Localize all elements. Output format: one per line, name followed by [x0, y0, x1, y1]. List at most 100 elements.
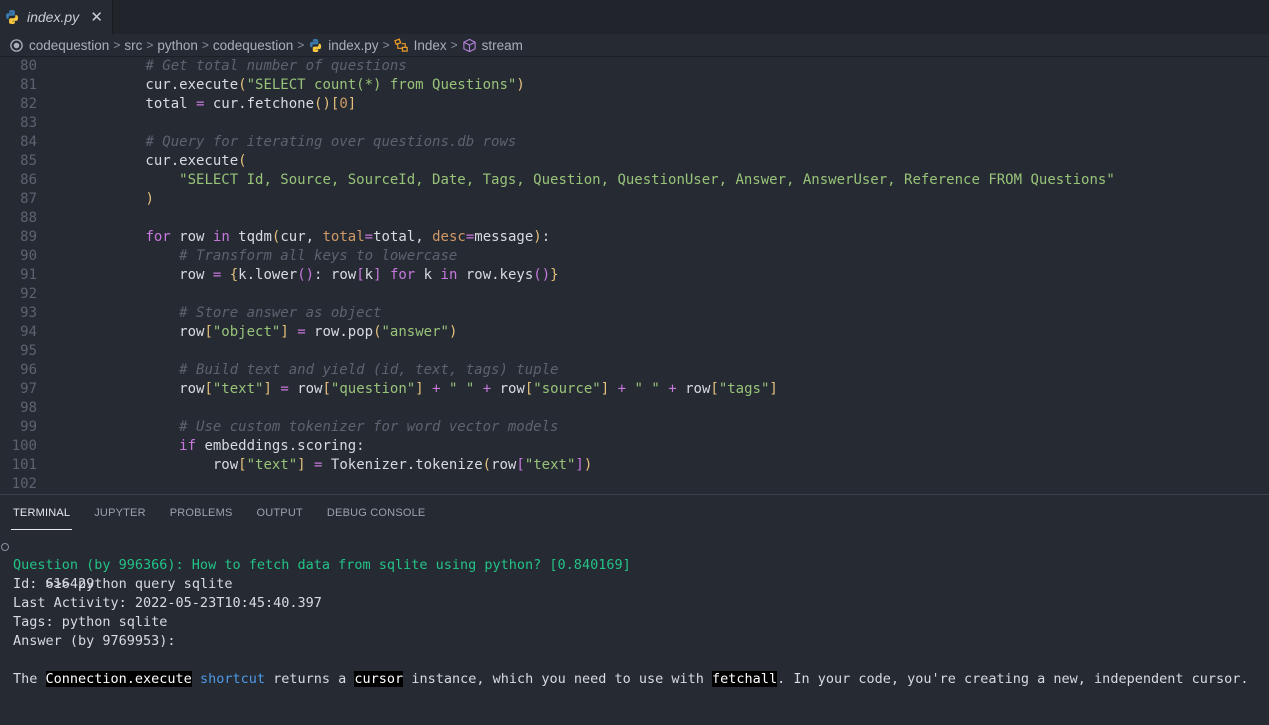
code-text: if embeddings.scoring:: [179, 438, 365, 454]
terminal-link[interactable]: shortcut: [200, 671, 265, 687]
code-line[interactable]: 92: [0, 285, 1269, 304]
answer-text-segment: . In your code, you're creating a new, i…: [777, 671, 1249, 687]
breadcrumb-item-index-py[interactable]: index.py: [308, 37, 379, 53]
editor-tab-bar: index.py ✕: [0, 0, 1269, 34]
breadcrumb-item-codequestion[interactable]: codequestion: [213, 38, 293, 53]
tab-filename: index.py: [27, 9, 80, 25]
chevron-right-icon: >: [201, 38, 209, 52]
answer-text-segment: The: [13, 671, 46, 687]
terminal[interactable]: >>> python query sqlite Question (by 996…: [0, 537, 1269, 725]
tab-terminal[interactable]: TERMINAL: [10, 495, 73, 530]
line-number: 86: [20, 172, 37, 188]
breadcrumb-item-python[interactable]: python: [157, 38, 198, 53]
code-line[interactable]: 94 row["object"] = row.pop("answer"): [0, 323, 1269, 342]
code-line[interactable]: 88: [0, 209, 1269, 228]
breadcrumb-item-codequestion-root[interactable]: codequestion: [9, 38, 109, 53]
line-number: 89: [20, 229, 37, 245]
line-number: 87: [20, 191, 37, 207]
line-number: 99: [20, 419, 37, 435]
line-number: 96: [20, 362, 37, 378]
code-line[interactable]: 100 if embeddings.scoring:: [0, 437, 1269, 456]
code-line[interactable]: 99 # Use custom tokenizer for word vecto…: [0, 418, 1269, 437]
code-line[interactable]: 85 cur.execute(: [0, 152, 1269, 171]
code-line[interactable]: 83: [0, 114, 1269, 133]
code-line[interactable]: 93 # Store answer as object: [0, 304, 1269, 323]
code-line[interactable]: 89 for row in tqdm(cur, total=total, des…: [0, 228, 1269, 247]
tab-output[interactable]: OUTPUT: [256, 495, 302, 530]
code-line[interactable]: 82 total = cur.fetchone()[0]: [0, 95, 1269, 114]
inline-code: cursor: [354, 671, 404, 687]
line-number: 97: [20, 381, 37, 397]
code-line[interactable]: 86 "SELECT Id, Source, SourceId, Date, T…: [0, 171, 1269, 190]
code-text: row = {k.lower(): row[k] for k in row.ke…: [78, 267, 559, 283]
terminal-command-line: >>> python query sqlite: [0, 537, 1269, 592]
breadcrumb-item-index-class[interactable]: Index: [393, 37, 447, 53]
inline-code: fetchall: [712, 671, 778, 687]
chevron-right-icon: >: [113, 38, 121, 52]
terminal-last-activity: Last Activity: 2022-05-23T10:45:40.397: [13, 595, 322, 611]
line-number: 93: [20, 305, 37, 321]
line-number: 84: [20, 134, 37, 150]
code-text: total = cur.fetchone()[0]: [78, 96, 357, 112]
breadcrumb: codequestion > src > python > codequesti…: [0, 34, 1269, 57]
code-text: # Build text and yield (id, text, tags) …: [179, 362, 559, 378]
code-line[interactable]: 101 row["text"] = Tokenizer.tokenize(row…: [0, 456, 1269, 475]
tab-debug-console[interactable]: DEBUG CONSOLE: [327, 495, 426, 530]
terminal-question: Question (by 996366): How to fetch data …: [13, 557, 631, 573]
terminal-tags: Tags: python sqlite: [13, 614, 168, 630]
tab-jupyter[interactable]: JUPYTER: [94, 495, 146, 530]
breadcrumb-item-stream-method[interactable]: stream: [462, 38, 523, 53]
method-symbol-icon: [462, 38, 476, 52]
code-text: row["object"] = row.pop("answer"): [78, 324, 458, 340]
close-tab-icon[interactable]: ✕: [90, 8, 103, 26]
code-line[interactable]: 96 # Build text and yield (id, text, tag…: [0, 361, 1269, 380]
inline-code: Connection.execute: [45, 671, 192, 687]
terminal-id: Id: 616429: [13, 576, 95, 592]
code-text: cur.execute("SELECT count(*) from Questi…: [78, 77, 525, 93]
code-text: # Transform all keys to lowercase: [179, 248, 458, 264]
code-line[interactable]: 80 # Get total number of questions: [0, 57, 1269, 76]
breadcrumb-label: codequestion: [212, 37, 294, 53]
terminal-answer-text: The Connection.execute shortcut returns …: [0, 670, 1269, 689]
terminal-blank: [0, 651, 1269, 670]
panel-tab-bar: TERMINAL JUPYTER PROBLEMS OUTPUT DEBUG C…: [0, 495, 1269, 530]
chevron-right-icon: >: [146, 38, 154, 52]
terminal-answer-header: Answer (by 9769953):: [13, 633, 176, 649]
answer-text-segment: returns a: [265, 671, 355, 687]
line-number: 92: [20, 286, 37, 302]
code-line[interactable]: 97 row["text"] = row["question"] + " " +…: [0, 380, 1269, 399]
code-line[interactable]: 90 # Transform all keys to lowercase: [0, 247, 1269, 266]
line-number: 98: [20, 400, 37, 416]
code-line[interactable]: 98: [0, 399, 1269, 418]
line-number: 88: [20, 210, 37, 226]
line-number: 90: [20, 248, 37, 264]
root-folder-icon: [10, 38, 23, 52]
breadcrumb-label: stream: [481, 37, 523, 53]
code-line[interactable]: 81 cur.execute("SELECT count(*) from Que…: [0, 76, 1269, 95]
breadcrumb-label: index.py: [328, 37, 379, 53]
line-number: 95: [20, 343, 37, 359]
line-number: 80: [20, 58, 37, 74]
breadcrumb-label: Index: [413, 37, 447, 53]
python-file-icon: [310, 38, 322, 52]
breadcrumb-label: codequestion: [29, 37, 110, 53]
code-text: # Query for iterating over questions.db …: [145, 134, 517, 150]
code-line[interactable]: 102: [0, 475, 1269, 494]
code-line[interactable]: 91 row = {k.lower(): row[k] for k in row…: [0, 266, 1269, 285]
breadcrumb-item-src[interactable]: src: [124, 38, 142, 53]
tab-problems[interactable]: PROBLEMS: [170, 495, 233, 530]
chevron-right-icon: >: [297, 38, 305, 52]
code-editor[interactable]: 80 # Get total number of questions 81 cur…: [0, 57, 1269, 494]
tab-index-py[interactable]: index.py ✕: [0, 0, 113, 34]
code-line[interactable]: 84 # Query for iterating over questions.…: [0, 133, 1269, 152]
command-decoration-icon[interactable]: [1, 543, 9, 551]
code-line[interactable]: 95: [0, 342, 1269, 361]
code-text: for row in tqdm(cur, total=total, desc=m…: [145, 229, 551, 245]
code-line[interactable]: 87 ): [0, 190, 1269, 209]
line-number: 83: [20, 115, 37, 131]
